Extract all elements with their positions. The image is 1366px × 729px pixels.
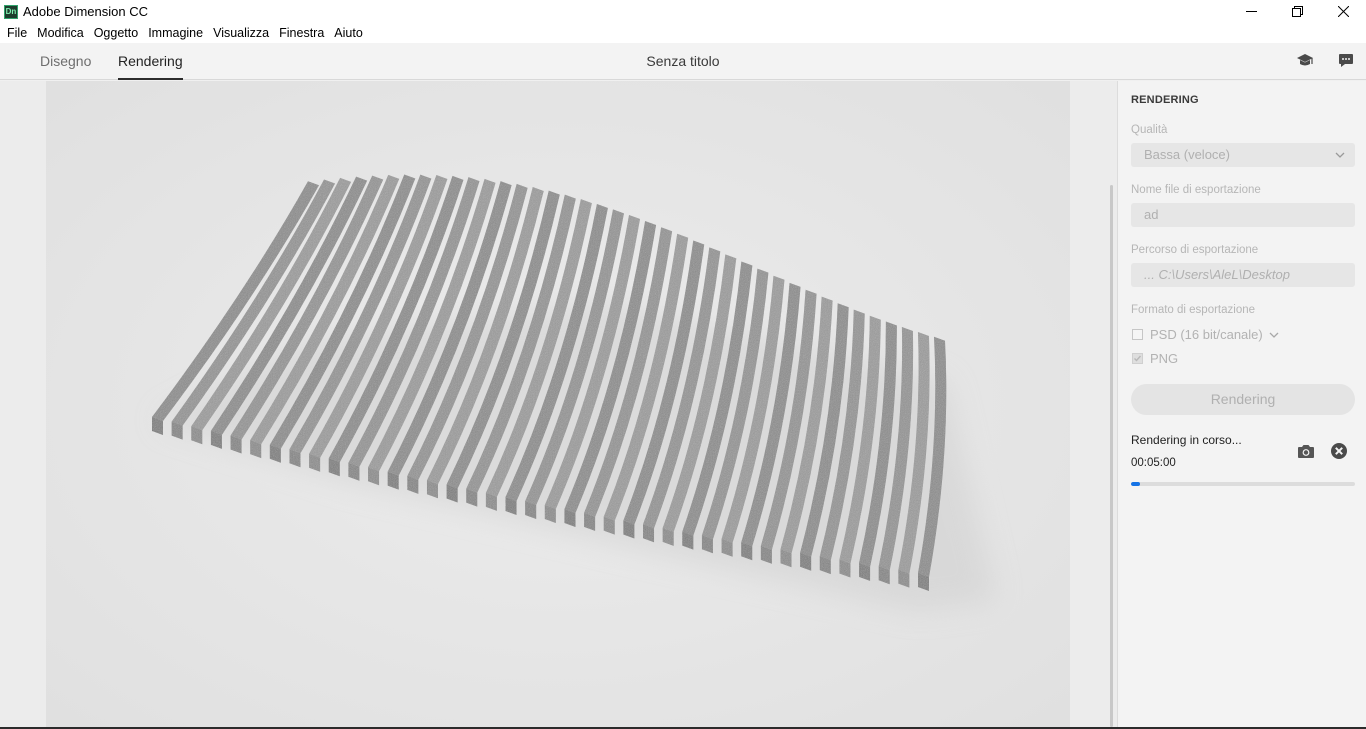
filename-value: ad — [1144, 207, 1159, 222]
menu-immagine[interactable]: Immagine — [143, 23, 208, 43]
mode-bar: Senza titolo Disegno Rendering — [0, 43, 1366, 80]
menu-finestra[interactable]: Finestra — [274, 23, 329, 43]
menu-visualizza[interactable]: Visualizza — [208, 23, 274, 43]
chat-bubble-icon — [1339, 54, 1353, 67]
close-circle-icon — [1331, 443, 1347, 459]
render-progress-fill — [1131, 482, 1140, 486]
quality-value: Bassa (veloce) — [1144, 147, 1230, 162]
menu-bar: File Modifica Oggetto Immagine Visualizz… — [0, 23, 1366, 43]
format-psd-row[interactable]: PSD (16 bit/canale) — [1132, 327, 1279, 342]
minimize-button[interactable] — [1228, 0, 1274, 23]
graduation-cap-icon — [1297, 54, 1313, 66]
tab-rendering[interactable]: Rendering — [118, 43, 183, 80]
format-png-row[interactable]: PNG — [1132, 351, 1178, 366]
format-label: Formato di esportazione — [1131, 304, 1256, 316]
render-progress-bar — [1131, 482, 1355, 486]
feedback-button[interactable] — [1336, 52, 1356, 70]
path-value: ... C:\Users\AleL\Desktop — [1144, 267, 1290, 282]
canvas-area — [0, 81, 1117, 729]
minimize-icon — [1245, 11, 1257, 12]
panel-heading: RENDERING — [1131, 94, 1199, 106]
restore-icon — [1291, 6, 1303, 17]
checkmark-icon — [1134, 355, 1142, 362]
learn-button[interactable] — [1295, 52, 1315, 70]
tab-design[interactable]: Disegno — [40, 43, 91, 80]
vertical-scrollbar[interactable] — [1110, 185, 1113, 727]
document-title: Senza titolo — [646, 53, 720, 69]
png-checkbox[interactable] — [1132, 353, 1143, 364]
chevron-down-icon — [1335, 152, 1345, 158]
menu-file[interactable]: File — [2, 23, 32, 43]
quality-label: Qualità — [1131, 124, 1168, 136]
menu-modifica[interactable]: Modifica — [32, 23, 89, 43]
render-preview[interactable] — [46, 81, 1070, 729]
render-status: Rendering in corso... — [1131, 433, 1242, 447]
restore-button[interactable] — [1274, 0, 1320, 23]
camera-icon — [1298, 444, 1314, 458]
render-settings-panel: RENDERING Qualità Bassa (veloce) Nome fi… — [1117, 81, 1366, 729]
cancel-render-button[interactable] — [1329, 441, 1349, 461]
quality-dropdown[interactable]: Bassa (veloce) — [1131, 143, 1355, 167]
path-label: Percorso di esportazione — [1131, 244, 1259, 256]
rendered-sculpture-image — [46, 81, 1070, 729]
snapshot-button[interactable] — [1296, 441, 1316, 461]
window-title: Adobe Dimension CC — [23, 4, 149, 19]
menu-oggetto[interactable]: Oggetto — [89, 23, 143, 43]
psd-checkbox[interactable] — [1132, 329, 1143, 340]
close-window-button[interactable] — [1320, 0, 1366, 23]
chevron-down-icon[interactable] — [1269, 330, 1279, 340]
png-label: PNG — [1150, 351, 1179, 366]
render-button[interactable]: Rendering — [1131, 384, 1355, 415]
filename-input[interactable]: ad — [1131, 203, 1355, 227]
elapsed-time: 00:05:00 — [1131, 457, 1176, 469]
window-controls — [1228, 0, 1366, 23]
filename-label: Nome file di esportazione — [1131, 184, 1261, 196]
title-bar: Dn Adobe Dimension CC — [0, 0, 1366, 23]
close-icon — [1337, 6, 1349, 17]
app-icon: Dn — [4, 4, 18, 19]
psd-label: PSD (16 bit/canale) — [1150, 327, 1263, 342]
path-input[interactable]: ... C:\Users\AleL\Desktop — [1131, 263, 1355, 287]
menu-aiuto[interactable]: Aiuto — [329, 23, 368, 43]
